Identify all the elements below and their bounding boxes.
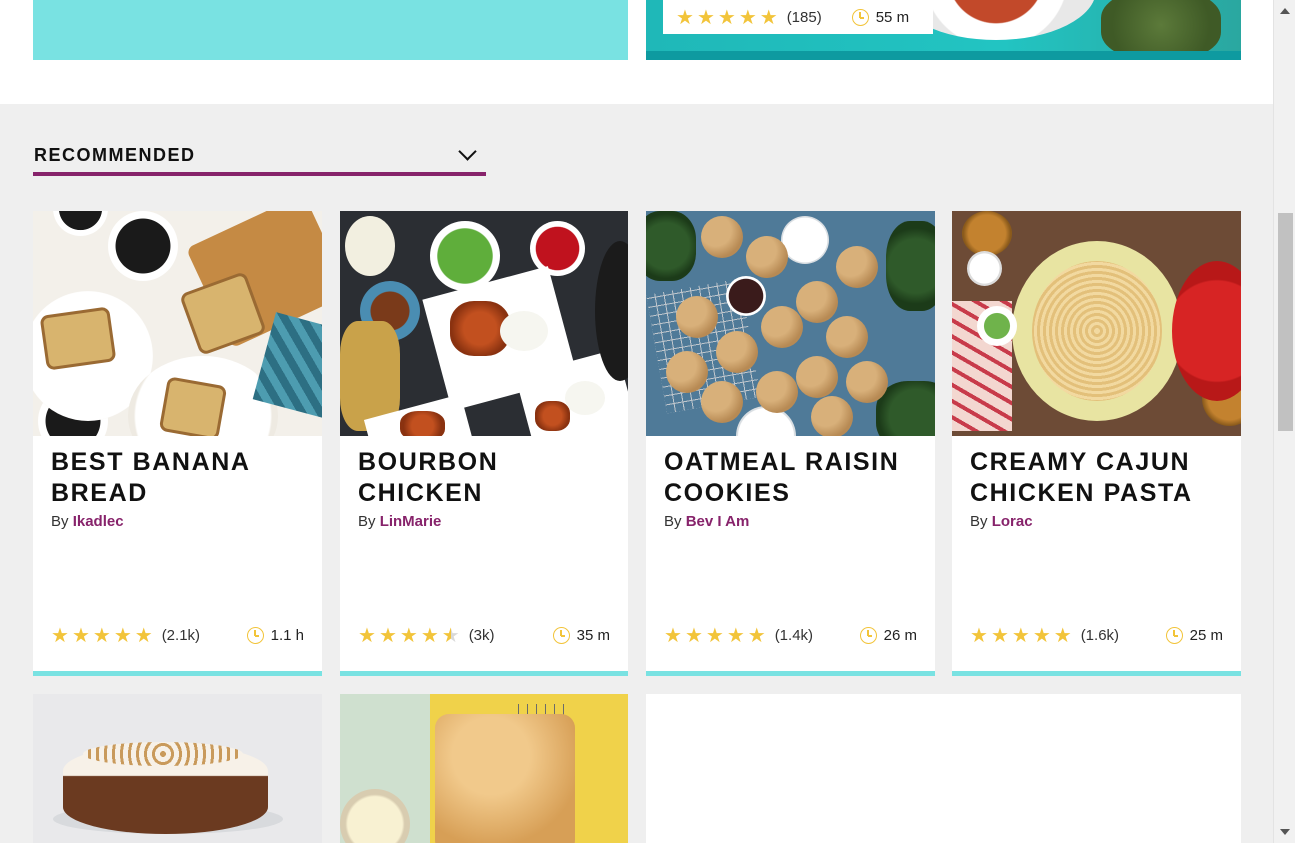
author-link[interactable]: Bev I Am: [686, 513, 750, 530]
recipe-title[interactable]: BEST BANANA BREAD: [51, 447, 304, 509]
cook-time: 26 m: [859, 626, 917, 644]
star-icon: ★: [51, 623, 69, 647]
cook-time-value: 25 m: [1189, 626, 1223, 644]
author-link[interactable]: Ikadlec: [73, 513, 124, 530]
recipe-card-carrot-cake[interactable]: [33, 694, 322, 843]
recipe-author: By Ikadlec: [51, 513, 304, 530]
chevron-down-icon: [458, 142, 477, 161]
star-icon: ★: [990, 623, 1009, 647]
featured-card-meta: ★ ★ ★ ★ ★ (185) 55 m: [663, 0, 933, 34]
cook-time-value: 1.1 h: [270, 626, 304, 644]
vertical-scrollbar[interactable]: [1273, 0, 1295, 843]
recipe-author: By LinMarie: [358, 513, 610, 530]
cook-time-value: 55 m: [875, 8, 910, 26]
star-icon: ★: [420, 623, 439, 647]
clock-icon: [246, 626, 264, 644]
star-icon: ★: [1053, 623, 1072, 647]
star-icon: ★: [726, 623, 745, 647]
clock-icon: [552, 626, 570, 644]
rating-stars: ★ ★ ★ ★ ★ (2.1k): [51, 625, 200, 645]
star-icon: ★: [92, 623, 111, 647]
author-prefix: By: [664, 513, 682, 530]
star-icon: ★: [717, 5, 736, 29]
clock-icon: [859, 626, 877, 644]
clock-icon: [851, 8, 869, 26]
recipe-card-oatmeal-raisin-cookies[interactable]: OATMEAL RAISIN COOKIES By Bev I Am ★ ★ ★…: [646, 211, 935, 676]
cook-time: 25 m: [1165, 626, 1223, 644]
author-prefix: By: [358, 513, 376, 530]
rating-stars: ★ ★ ★ ★ ★ (1.4k): [664, 625, 813, 645]
recipe-image[interactable]: [33, 211, 322, 436]
featured-section: ★ ★ ★ ★ ★ (185) 55 m: [0, 0, 1273, 104]
star-icon: ★: [1032, 623, 1051, 647]
recipe-title[interactable]: OATMEAL RAISIN COOKIES: [664, 447, 917, 509]
recipe-meta: ★ ★ ★ ★ ★ (2.1k) 1.1 h: [51, 625, 304, 645]
rating-count: (2.1k): [161, 626, 201, 644]
recipe-card-beer-bread[interactable]: [340, 694, 628, 843]
star-icon: ★: [705, 623, 724, 647]
recipe-image[interactable]: [340, 211, 628, 436]
recipe-title[interactable]: BOURBON CHICKEN: [358, 447, 610, 509]
star-icon: ★: [664, 623, 682, 647]
sort-dropdown[interactable]: RECOMMENDED: [33, 140, 486, 176]
scroll-thumb[interactable]: [1278, 213, 1293, 431]
star-icon: ★: [759, 5, 778, 29]
recipe-meta: ★ ★ ★ ★ ★ (1.4k) 26 m: [664, 625, 917, 645]
recipe-author: By Bev I Am: [664, 513, 917, 530]
star-icon: ★: [970, 623, 988, 647]
cook-time: 55 m: [851, 8, 910, 26]
rating-stars: ★ ★ ★ ★ ★ (1.6k): [970, 625, 1119, 645]
cook-time: 35 m: [552, 626, 610, 644]
author-link[interactable]: Lorac: [992, 513, 1033, 530]
clock-icon: [1165, 626, 1183, 644]
star-icon: ★: [113, 623, 132, 647]
rating-count: (1.6k): [1080, 626, 1120, 644]
featured-card-left[interactable]: [33, 0, 628, 60]
recipe-author: By Lorac: [970, 513, 1223, 530]
recipe-meta: ★ ★ ★ ★ ★ (3k) 35 m: [358, 625, 610, 645]
star-icon: ★: [738, 5, 757, 29]
star-icon: ★: [378, 623, 397, 647]
star-icon: ★: [747, 623, 766, 647]
card-accent-bar: [646, 51, 1241, 60]
author-prefix: By: [51, 513, 69, 530]
recipe-card-best-banana-bread[interactable]: BEST BANANA BREAD By Ikadlec ★ ★ ★ ★ ★ (…: [33, 211, 322, 676]
rating-stars: ★ ★ ★ ★ ★ (3k): [358, 625, 495, 645]
star-half-icon: ★: [441, 623, 460, 647]
rating-count: (3k): [468, 626, 495, 644]
author-prefix: By: [970, 513, 988, 530]
recipe-image[interactable]: [646, 211, 935, 436]
star-icon: ★: [358, 623, 376, 647]
star-icon: ★: [134, 623, 153, 647]
star-icon: ★: [1011, 623, 1030, 647]
recipe-image[interactable]: [952, 211, 1241, 436]
rating-count: (1.4k): [774, 626, 814, 644]
star-icon: ★: [696, 5, 715, 29]
star-icon: ★: [684, 623, 703, 647]
rating-count: (185): [786, 8, 822, 26]
cook-time-value: 26 m: [883, 626, 917, 644]
recipe-card-bourbon-chicken[interactable]: BOURBON CHICKEN By LinMarie ★ ★ ★ ★ ★ (3…: [340, 211, 628, 676]
sort-dropdown-label: RECOMMENDED: [34, 145, 196, 165]
star-icon: ★: [399, 623, 418, 647]
recipe-title[interactable]: CREAMY CAJUN CHICKEN PASTA: [970, 447, 1223, 509]
rating-stars: ★ ★ ★ ★ ★ (185): [676, 7, 822, 27]
ad-placeholder: [646, 694, 1241, 843]
scroll-up-arrow-icon[interactable]: [1280, 8, 1290, 14]
author-link[interactable]: LinMarie: [380, 513, 442, 530]
star-icon: ★: [71, 623, 90, 647]
star-icon: ★: [676, 5, 694, 29]
recipe-card-creamy-cajun-chicken-pasta[interactable]: CREAMY CAJUN CHICKEN PASTA By Lorac ★ ★ …: [952, 211, 1241, 676]
scroll-down-arrow-icon[interactable]: [1280, 829, 1290, 835]
cook-time: 1.1 h: [246, 626, 304, 644]
cook-time-value: 35 m: [576, 626, 610, 644]
featured-card-right[interactable]: ★ ★ ★ ★ ★ (185) 55 m: [646, 0, 1241, 60]
recipe-meta: ★ ★ ★ ★ ★ (1.6k) 25 m: [970, 625, 1223, 645]
